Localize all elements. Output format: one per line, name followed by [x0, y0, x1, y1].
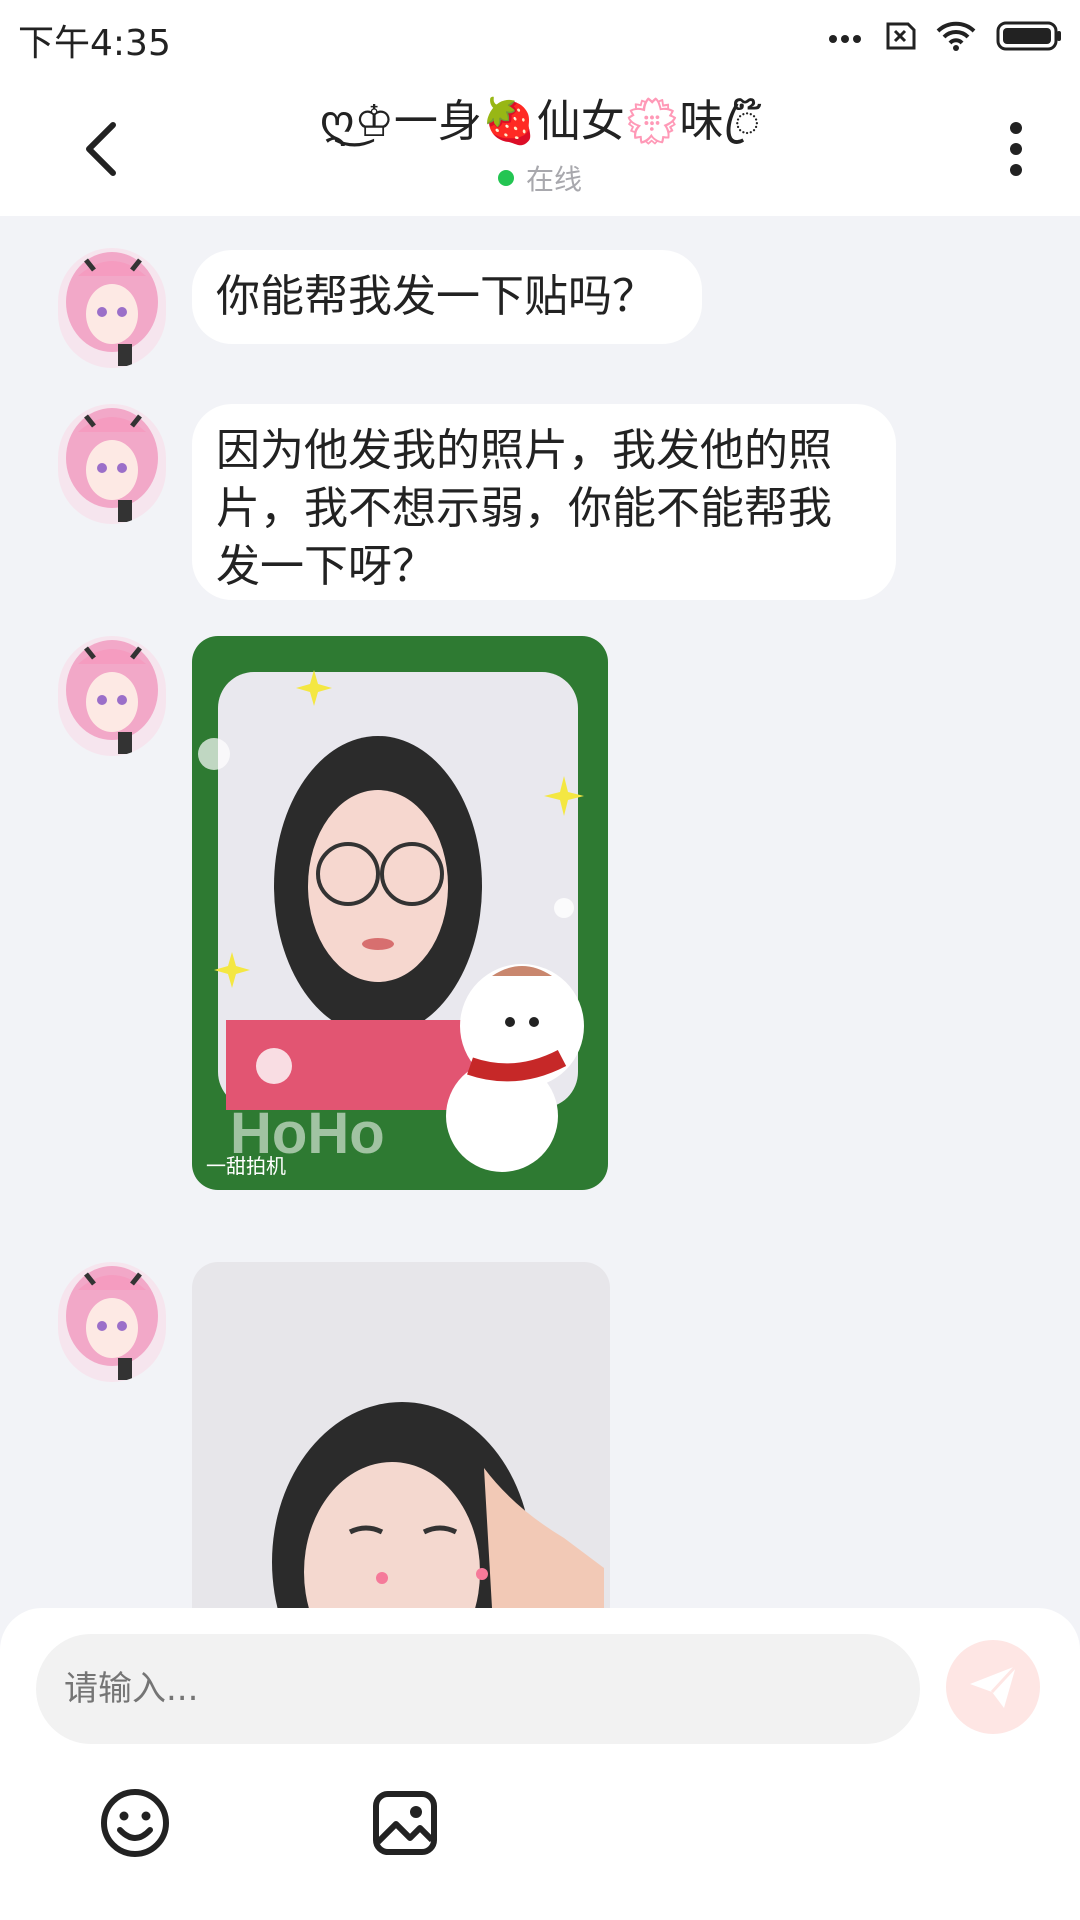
message-bubble[interactable]: 你能帮我发一下贴吗？ [192, 250, 702, 344]
back-button[interactable] [70, 114, 130, 184]
send-icon [970, 1664, 1018, 1708]
sim-error-icon [882, 22, 916, 54]
status-bar: 下午4:35 [0, 0, 1080, 76]
message-composer [0, 1608, 1080, 1920]
status-icons [828, 16, 1062, 60]
online-dot-icon [497, 170, 514, 186]
wifi-icon [936, 20, 976, 56]
chat-header: ღ͜♔一身🍓仙女💮味ꦿ໊ 在线 [0, 76, 1080, 216]
sender-avatar[interactable] [58, 636, 166, 756]
message-photo[interactable] [192, 1262, 610, 1608]
chat-title-block: ღ͜♔一身🍓仙女💮味ꦿ໊ 在线 [200, 92, 880, 198]
message-input[interactable] [36, 1634, 920, 1744]
more-dots-icon [828, 29, 862, 48]
send-button[interactable] [946, 1640, 1040, 1734]
chevron-left-icon [86, 122, 116, 176]
chat-title: ღ͜♔一身🍓仙女💮味ꦿ໊ [319, 96, 761, 147]
online-status: 在线 [200, 158, 880, 198]
sender-avatar[interactable] [58, 404, 166, 524]
image-icon [373, 1791, 437, 1855]
emoji-icon [101, 1789, 169, 1857]
emoji-button[interactable] [100, 1788, 170, 1858]
online-status-label: 在线 [525, 163, 582, 196]
message-photo[interactable]: HoHo 一甜拍机 [192, 636, 608, 1190]
status-time: 下午4:35 [18, 23, 171, 64]
photo-watermark: 一甜拍机 [206, 1154, 286, 1178]
image-button[interactable] [370, 1788, 440, 1858]
vertical-dots-icon [1010, 122, 1022, 176]
battery-icon [996, 21, 1062, 55]
sender-avatar[interactable] [58, 1262, 166, 1382]
message-bubble[interactable]: 因为他发我的照片，我发他的照片，我不想示弱，你能不能帮我发一下呀？ [192, 404, 896, 600]
message-text: 你能帮我发一下贴吗？ [216, 271, 656, 322]
more-options-button[interactable] [986, 114, 1046, 184]
message-text: 因为他发我的照片，我发他的照片，我不想示弱，你能不能帮我发一下呀？ [216, 425, 832, 592]
sender-avatar[interactable] [58, 248, 166, 368]
